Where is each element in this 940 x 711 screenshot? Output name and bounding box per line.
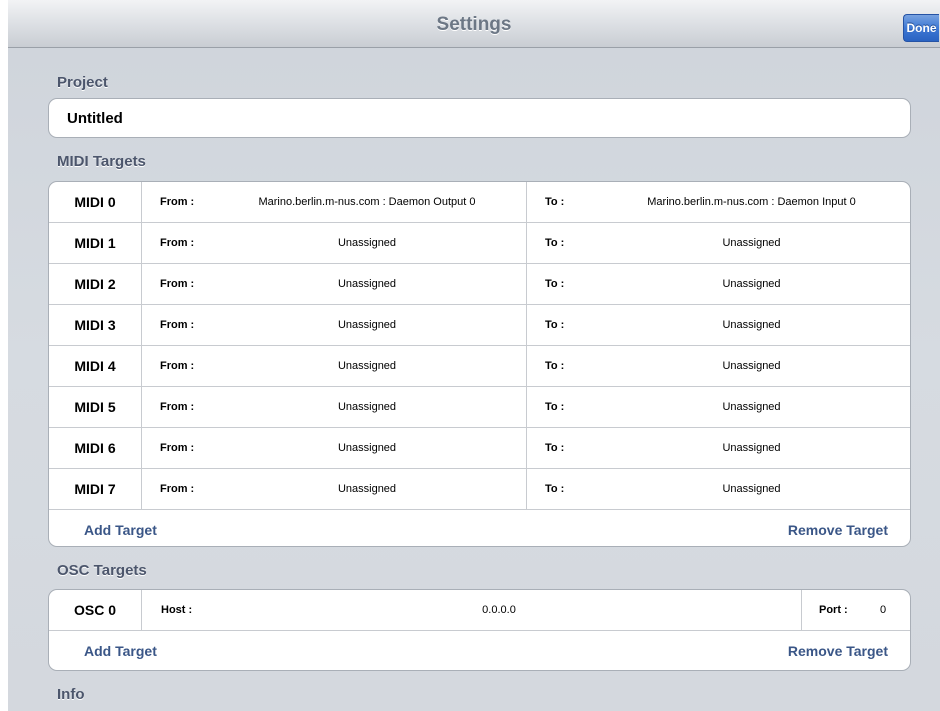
osc-host-value[interactable]: 0.0.0.0 — [249, 590, 749, 630]
to-label: To : — [545, 237, 565, 249]
project-section-header: Project — [57, 74, 108, 91]
from-label: From : — [160, 278, 195, 290]
osc-rows: OSC 0 Host : 0.0.0.0 Port : 0 — [49, 590, 910, 631]
midi-to-value[interactable]: Unassigned — [614, 428, 889, 468]
osc-add-target-button[interactable]: Add Target — [84, 631, 157, 670]
to-label: To : — [545, 483, 565, 495]
midi-target-name: MIDI 5 — [49, 387, 142, 427]
midi-from-value[interactable]: Unassigned — [222, 469, 512, 509]
column-divider — [526, 182, 527, 222]
from-label: From : — [160, 442, 195, 454]
midi-target-row[interactable]: MIDI 0 From : Marino.berlin.m-nus.com : Da… — [49, 182, 910, 223]
midi-to-value[interactable]: Unassigned — [614, 469, 889, 509]
midi-to-value[interactable]: Unassigned — [614, 223, 889, 263]
project-name-field[interactable]: Untitled — [48, 98, 911, 138]
midi-targets-table: MIDI 0 From : Marino.berlin.m-nus.com : Da… — [48, 181, 911, 547]
osc-targets-table: OSC 0 Host : 0.0.0.0 Port : 0 Add Target Rem… — [48, 589, 911, 671]
settings-screen: Settings Done Project Untitled MIDI Targ… — [0, 0, 940, 711]
from-label: From : — [160, 360, 195, 372]
from-label: From : — [160, 483, 195, 495]
to-label: To : — [545, 319, 565, 331]
column-divider — [526, 264, 527, 304]
to-label: To : — [545, 360, 565, 372]
midi-target-name: MIDI 2 — [49, 264, 142, 304]
to-label: To : — [545, 278, 565, 290]
midi-target-name: MIDI 7 — [49, 469, 142, 509]
midi-actions-row: Add Target Remove Target — [49, 510, 910, 546]
midi-target-row[interactable]: MIDI 1 From : Unassigned To : Unassigned — [49, 223, 910, 264]
midi-target-name: MIDI 3 — [49, 305, 142, 345]
midi-to-value[interactable]: Unassigned — [614, 387, 889, 427]
done-button[interactable]: Done — [903, 14, 939, 42]
osc-port-value[interactable]: 0 — [871, 590, 895, 630]
midi-target-row[interactable]: MIDI 5 From : Unassigned To : Unassigned — [49, 387, 910, 428]
column-divider — [526, 346, 527, 386]
port-label: Port : — [819, 604, 848, 616]
from-label: From : — [160, 237, 195, 249]
column-divider — [526, 305, 527, 345]
osc-target-row[interactable]: OSC 0 Host : 0.0.0.0 Port : 0 — [49, 590, 910, 631]
midi-to-value[interactable]: Unassigned — [614, 346, 889, 386]
midi-from-value[interactable]: Unassigned — [222, 223, 512, 263]
osc-actions-row: Add Target Remove Target — [49, 631, 910, 670]
midi-from-value[interactable]: Unassigned — [222, 428, 512, 468]
midi-from-value[interactable]: Unassigned — [222, 305, 512, 345]
navigation-bar: Settings — [8, 0, 940, 48]
midi-target-row[interactable]: MIDI 4 From : Unassigned To : Unassigned — [49, 346, 910, 387]
from-label: From : — [160, 196, 195, 208]
host-label: Host : — [161, 604, 193, 616]
column-divider — [526, 428, 527, 468]
midi-target-name: MIDI 1 — [49, 223, 142, 263]
osc-targets-section-header: OSC Targets — [57, 562, 147, 579]
midi-rows: MIDI 0 From : Marino.berlin.m-nus.com : Da… — [49, 182, 910, 510]
midi-to-value[interactable]: Marino.berlin.m-nus.com : Daemon Input 0 — [614, 182, 889, 222]
midi-target-name: MIDI 4 — [49, 346, 142, 386]
midi-target-row[interactable]: MIDI 7 From : Unassigned To : Unassigned — [49, 469, 910, 510]
osc-remove-target-button[interactable]: Remove Target — [788, 631, 888, 670]
midi-to-value[interactable]: Unassigned — [614, 264, 889, 304]
project-name-value: Untitled — [67, 110, 123, 127]
midi-from-value[interactable]: Unassigned — [222, 346, 512, 386]
midi-target-name: MIDI 0 — [49, 182, 142, 222]
from-label: From : — [160, 401, 195, 413]
midi-target-row[interactable]: MIDI 3 From : Unassigned To : Unassigned — [49, 305, 910, 346]
info-section-header: Info — [57, 686, 85, 703]
midi-target-name: MIDI 6 — [49, 428, 142, 468]
osc-target-name: OSC 0 — [49, 590, 142, 630]
midi-from-value[interactable]: Marino.berlin.m-nus.com : Daemon Output … — [222, 182, 512, 222]
midi-target-row[interactable]: MIDI 6 From : Unassigned To : Unassigned — [49, 428, 910, 469]
midi-targets-section-header: MIDI Targets — [57, 153, 146, 170]
midi-target-row[interactable]: MIDI 2 From : Unassigned To : Unassigned — [49, 264, 910, 305]
column-divider — [526, 469, 527, 509]
midi-to-value[interactable]: Unassigned — [614, 305, 889, 345]
from-label: From : — [160, 319, 195, 331]
page-title: Settings — [436, 14, 512, 35]
midi-from-value[interactable]: Unassigned — [222, 264, 512, 304]
midi-from-value[interactable]: Unassigned — [222, 387, 512, 427]
column-divider — [526, 223, 527, 263]
column-divider — [526, 387, 527, 427]
to-label: To : — [545, 442, 565, 454]
midi-remove-target-button[interactable]: Remove Target — [788, 510, 888, 546]
column-divider — [801, 590, 802, 630]
to-label: To : — [545, 196, 565, 208]
midi-add-target-button[interactable]: Add Target — [84, 510, 157, 546]
to-label: To : — [545, 401, 565, 413]
